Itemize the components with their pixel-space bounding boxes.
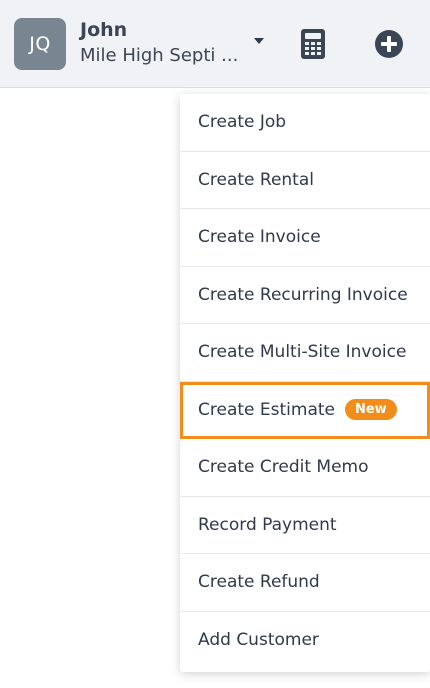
menu-item-create-rental[interactable]: Create Rental: [180, 152, 430, 209]
create-menu: Create Job Create Rental Create Invoice …: [180, 94, 430, 672]
menu-item-record-payment[interactable]: Record Payment: [180, 497, 430, 554]
menu-item-label: Create Estimate: [198, 399, 335, 420]
menu-item-label: Create Rental: [198, 169, 314, 190]
menu-item-create-invoice[interactable]: Create Invoice: [180, 209, 430, 267]
app-header: JQ John Mile High Septi ...: [0, 0, 430, 88]
menu-item-create-estimate[interactable]: Create Estimate New: [180, 381, 430, 439]
menu-item-label: Add Customer: [198, 630, 319, 651]
menu-item-create-refund[interactable]: Create Refund: [180, 554, 430, 612]
new-badge: New: [344, 399, 397, 421]
plus-circle-icon[interactable]: [374, 29, 404, 59]
user-name: John: [80, 19, 128, 41]
menu-item-label: Record Payment: [198, 514, 337, 535]
calculator-icon[interactable]: [300, 28, 326, 60]
menu-item-create-credit-memo[interactable]: Create Credit Memo: [180, 439, 430, 497]
menu-item-label: Create Refund: [198, 572, 320, 593]
menu-item-label: Create Credit Memo: [198, 457, 369, 478]
caret-down-icon[interactable]: [252, 36, 266, 46]
menu-item-create-recurring-invoice[interactable]: Create Recurring Invoice: [180, 267, 430, 324]
menu-item-create-multi-site-invoice[interactable]: Create Multi-Site Invoice: [180, 324, 430, 382]
menu-item-label: Create Job: [198, 112, 287, 133]
avatar[interactable]: JQ: [14, 18, 66, 70]
company-name[interactable]: Mile High Septi ...: [80, 45, 238, 66]
menu-item-label: Create Multi-Site Invoice: [198, 342, 407, 363]
menu-item-add-customer[interactable]: Add Customer: [180, 612, 430, 670]
menu-item-label: Create Invoice: [198, 227, 321, 248]
menu-item-create-job[interactable]: Create Job: [180, 94, 430, 152]
menu-item-label: Create Recurring Invoice: [198, 284, 408, 305]
